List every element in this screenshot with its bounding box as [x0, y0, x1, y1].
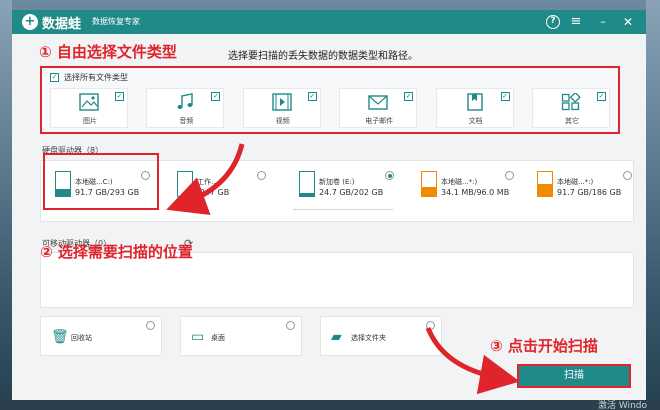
drive-e-icon	[299, 171, 315, 197]
select-all-label: 选择所有文件类型	[64, 73, 128, 82]
file-type-other-checkbox[interactable]: ✓	[596, 92, 606, 101]
drive-item-selected[interactable]: 新加卷 (E:) 24.7 GB/202 GB	[289, 161, 399, 219]
app-logo: + 数据蛙	[22, 13, 82, 32]
drive-local2-icon	[537, 171, 553, 197]
location-radio[interactable]	[146, 321, 155, 330]
file-type-other-label: 其它	[564, 117, 579, 125]
logo-text: 数据蛙	[42, 16, 82, 32]
minimize-button[interactable]: –	[596, 15, 610, 29]
logo-mark-icon: +	[22, 14, 38, 30]
drive-size: /247 GB	[197, 188, 230, 197]
drive-local-icon	[421, 171, 437, 197]
desktop-background-left	[0, 0, 12, 410]
file-type-image-checkbox[interactable]: ✓	[115, 92, 124, 101]
drive-radio[interactable]	[505, 171, 514, 180]
drive-name: 工作...	[197, 178, 218, 186]
desktop-icon: ▭	[191, 329, 205, 345]
scan-button[interactable]: 扫描	[517, 364, 631, 388]
file-type-other[interactable]: ✓ 其它	[531, 88, 610, 128]
file-type-email-label: 电子邮件	[365, 117, 394, 125]
activation-watermark: 激活 Windo	[598, 401, 647, 410]
location-choose-folder[interactable]: ▰ 选择文件夹	[320, 316, 442, 356]
file-type-document[interactable]: ✓ 文档	[435, 88, 514, 128]
drive-name: 新加卷 (E:)	[319, 178, 355, 186]
drive-work-icon	[177, 171, 193, 197]
instruction-hint: 选择要扫描的丢失数据的数据类型和路径。	[228, 51, 418, 62]
location-recycle-bin[interactable]: 🗑 回收站	[40, 316, 162, 356]
location-label: 选择文件夹	[351, 334, 386, 342]
location-label: 回收站	[71, 334, 92, 342]
close-button[interactable]: ✕	[621, 15, 635, 29]
drive-item[interactable]: 工作... /247 GB	[167, 161, 277, 219]
drive-local-usage	[422, 187, 436, 196]
help-button[interactable]: ?	[546, 15, 560, 29]
file-type-video-label: 视频	[275, 117, 290, 125]
location-label: 桌面	[211, 334, 225, 342]
drive-size: 91.7 GB/186 GB	[557, 188, 622, 197]
select-all-checkbox[interactable]: ✓	[50, 73, 59, 82]
location-radio[interactable]	[286, 321, 295, 330]
file-type-audio-checkbox[interactable]: ✓	[211, 92, 221, 101]
selected-underline	[293, 209, 393, 210]
file-type-audio-label: 音频	[179, 117, 194, 125]
app-subtitle: 数据恢复专家	[92, 17, 140, 26]
drive-e-usage	[300, 193, 314, 196]
file-type-document-checkbox[interactable]: ✓	[500, 92, 510, 101]
drive-radio[interactable]	[623, 171, 632, 180]
drive-size: 24.7 GB/202 GB	[319, 188, 384, 197]
document-icon	[466, 93, 483, 111]
file-type-email[interactable]: ✓ 电子邮件	[339, 88, 418, 128]
annotation-step-2: ② 选择需要扫描的位置	[40, 243, 193, 261]
music-icon	[177, 93, 194, 109]
drive-radio[interactable]	[257, 171, 266, 180]
drive-name: 本地磁...*:)	[557, 178, 594, 186]
trash-icon: 🗑	[51, 329, 69, 345]
file-type-video-checkbox[interactable]: ✓	[307, 92, 317, 101]
file-type-email-checkbox[interactable]: ✓	[404, 92, 414, 101]
folder-icon: ▰	[331, 329, 342, 345]
file-type-audio[interactable]: ✓ 音频	[146, 88, 225, 128]
file-type-list: ✓ 图片 ✓ 音频 ✓ 视频 ✓ 电子邮件 ✓ 文档 ✓ 其它	[50, 88, 610, 128]
annotation-step-1: ① 自由选择文件类型	[39, 43, 177, 61]
title-bar: + 数据蛙 数据恢复专家 ? ≡ – ✕	[12, 10, 646, 34]
drive-item[interactable]: 本地磁...*:) 91.7 GB/186 GB	[527, 161, 637, 219]
mail-icon	[368, 95, 388, 110]
file-type-panel: ✓ 选择所有文件类型 ✓ 图片 ✓ 音频 ✓ 视频 ✓ 电子邮件 ✓ 文档 ✓ …	[40, 66, 620, 134]
drive-item[interactable]: 本地磁...*:) 34.1 MB/96.0 MB	[411, 161, 521, 219]
drive-radio-selected[interactable]	[385, 171, 394, 180]
file-type-video[interactable]: ✓ 视频	[242, 88, 321, 128]
video-icon	[272, 93, 292, 111]
file-type-image[interactable]: ✓ 图片	[50, 88, 128, 128]
menu-button[interactable]: ≡	[569, 15, 583, 29]
select-all-types[interactable]: ✓ 选择所有文件类型	[50, 72, 128, 83]
file-type-document-label: 文档	[468, 117, 483, 125]
annotation-step-3: ③ 点击开始扫描	[490, 337, 598, 355]
other-icon	[561, 93, 581, 111]
drive-highlight-box	[43, 153, 159, 210]
drive-size: 34.1 MB/96.0 MB	[441, 188, 510, 197]
drive-name: 本地磁...*:)	[441, 178, 478, 186]
image-icon	[79, 93, 99, 111]
drive-local2-usage	[538, 184, 552, 196]
location-desktop[interactable]: ▭ 桌面	[180, 316, 302, 356]
desktop-background-right	[646, 0, 660, 410]
file-type-image-label: 图片	[83, 117, 97, 125]
location-radio[interactable]	[426, 321, 435, 330]
